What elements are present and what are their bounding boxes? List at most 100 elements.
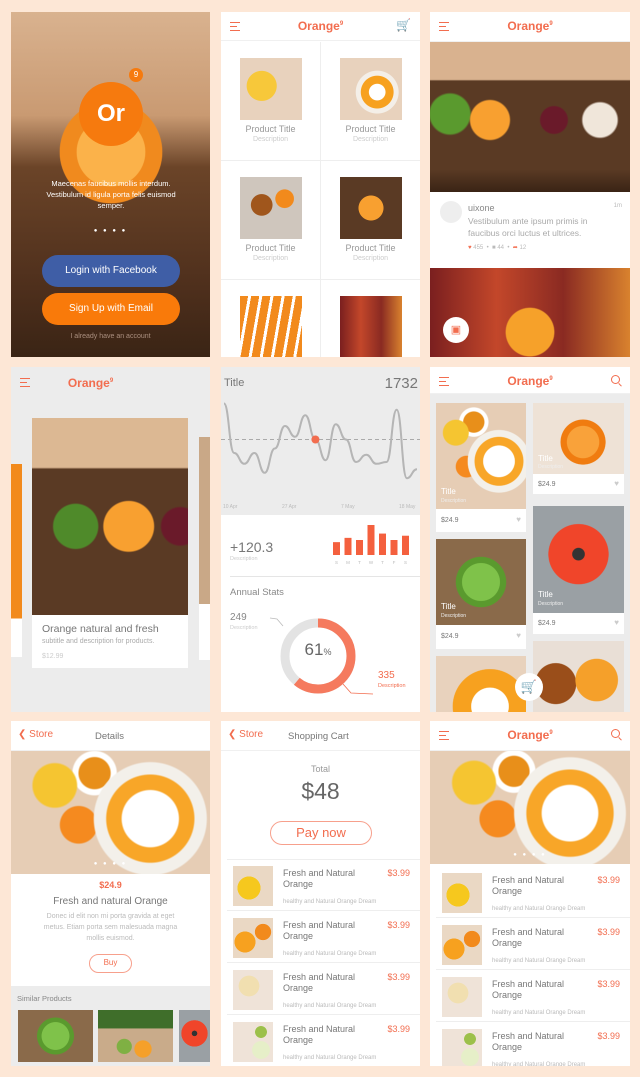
prev-card[interactable] xyxy=(11,464,22,657)
signup-email-button[interactable]: Sign Up with Email xyxy=(42,293,180,325)
list-item[interactable]: Fresh and Natural Orange healthy and Natu… xyxy=(436,867,630,918)
item-name: Fresh and Natural Orange xyxy=(492,875,565,896)
tagline: Maecenas faucibus mollis interdum. Vesti… xyxy=(46,179,176,210)
x-tick: 18 May xyxy=(399,504,416,510)
card-price: $12.99 xyxy=(42,653,64,660)
product-image xyxy=(340,58,402,120)
heart-icon[interactable]: ♥ xyxy=(516,631,521,640)
screen-title: Details xyxy=(95,731,125,742)
comment-icon[interactable]: ■ xyxy=(492,245,496,251)
line-series xyxy=(223,402,418,480)
product-tile[interactable]: Product Title Description xyxy=(321,42,420,160)
grid-divider xyxy=(221,279,420,280)
list-item[interactable]: Fresh and Natural Orange healthy and Natu… xyxy=(436,919,630,970)
item-thumbnail xyxy=(233,1022,273,1062)
item-name: Fresh and Natural Orange xyxy=(283,868,356,889)
product-image[interactable] xyxy=(533,641,624,712)
cart-icon[interactable]: 🛒 xyxy=(396,18,411,32)
product-image[interactable] xyxy=(11,751,210,874)
item-price: $24.9 xyxy=(538,620,556,627)
page-dots[interactable]: ● ● ● ● xyxy=(11,228,210,234)
feed-photo[interactable] xyxy=(430,42,630,192)
item-name: Fresh and Natural Orange xyxy=(492,979,565,1000)
masonry-item[interactable]: Title Description $24.9 ♥ xyxy=(436,539,526,649)
product-image xyxy=(340,177,402,239)
heart-icon[interactable]: ♥ xyxy=(468,245,472,251)
bar-day-label: T xyxy=(381,560,384,565)
page-dots[interactable]: ● ● ● ● xyxy=(430,852,630,858)
item-price: $3.99 xyxy=(597,979,620,989)
store-list-screen: Orange9 ● ● ● ● Fresh and Natural Orange… xyxy=(430,721,630,1066)
back-button[interactable]: ❮ Store xyxy=(18,729,53,740)
product-title: Product Title xyxy=(245,243,296,253)
cart-button[interactable]: 🛒 xyxy=(515,673,543,701)
next-card[interactable] xyxy=(199,437,210,660)
cart-item[interactable]: Fresh and Natural Orange healthy and Natu… xyxy=(227,1016,420,1066)
product-title: Product Title xyxy=(245,124,296,134)
product-tile[interactable]: Product Title Description xyxy=(221,42,320,160)
masonry-item[interactable]: Title Description $24.9 ♥ xyxy=(436,403,526,532)
line-chart-area: Title 1732 10 Apr 27 Apr 7 May 18 May xyxy=(221,367,420,515)
camera-button[interactable]: ▣ xyxy=(443,317,469,343)
login-screen: Or 9 Maecenas faucibus mollis interdum. … xyxy=(11,12,210,357)
search-icon[interactable] xyxy=(611,729,620,738)
bar xyxy=(379,533,386,555)
post-username[interactable]: uixone xyxy=(468,203,495,213)
feed-photo[interactable] xyxy=(430,268,630,357)
product-tile[interactable]: Product Title Description xyxy=(221,161,320,279)
share-icon[interactable]: ➦ xyxy=(513,245,518,251)
similar-product[interactable] xyxy=(18,1010,93,1062)
product-tile[interactable]: Product Title Description xyxy=(321,161,420,279)
buy-button[interactable]: Buy xyxy=(89,954,132,973)
masonry-item[interactable]: Title Description $24.9 ♥ xyxy=(533,506,624,634)
change-value: +120.3 xyxy=(230,539,274,555)
item-description: Description xyxy=(538,601,564,607)
page-dots[interactable]: ● ● ● ● xyxy=(11,861,210,867)
cart-item[interactable]: Fresh and Natural Orange healthy and Natu… xyxy=(227,912,420,963)
pay-now-button[interactable]: Pay now xyxy=(270,821,372,845)
product-description: Description xyxy=(252,136,288,143)
product-image xyxy=(32,418,188,615)
item-thumbnail xyxy=(233,970,273,1010)
item-thumbnail xyxy=(442,977,482,1017)
hero-image[interactable] xyxy=(430,751,630,864)
item-price: $24.9 xyxy=(441,633,459,640)
bar xyxy=(402,535,409,555)
comment-count: 44 xyxy=(497,245,505,251)
item-title: Title xyxy=(538,590,553,599)
details-screen: ❮ Store Details ● ● ● ● $24.9 Fresh and … xyxy=(11,721,210,1066)
product-description: Description xyxy=(352,136,388,143)
heart-icon[interactable]: ♥ xyxy=(614,479,619,488)
header: ❮ Store Details xyxy=(11,721,210,751)
product-image[interactable] xyxy=(436,656,526,712)
cart-item[interactable]: Fresh and Natural Orange healthy and Natu… xyxy=(227,860,420,911)
item-name: Fresh and Natural Orange xyxy=(283,1024,356,1045)
masonry-item[interactable]: Title Description $24.9 ♥ xyxy=(533,403,624,494)
bar-chart: SMTWTFS xyxy=(333,525,409,565)
list-item[interactable]: Fresh and Natural Orange healthy and Natu… xyxy=(436,1023,630,1066)
cart-item[interactable]: Fresh and Natural Orange healthy and Natu… xyxy=(227,964,420,1015)
product-image[interactable] xyxy=(240,296,302,357)
bar-day-label: T xyxy=(358,560,361,565)
screen-title: Shopping Cart xyxy=(288,731,349,742)
search-icon[interactable] xyxy=(611,375,620,384)
item-description: Description xyxy=(538,464,564,470)
item-description: Description xyxy=(441,498,467,504)
heart-icon[interactable]: ♥ xyxy=(614,618,619,627)
back-button[interactable]: ❮ Store xyxy=(228,729,263,740)
item-thumbnail xyxy=(233,866,273,906)
header: ❮ Store Shopping Cart xyxy=(221,721,420,751)
item-description: Description xyxy=(441,613,467,619)
existing-account-link[interactable]: I already have an account xyxy=(11,333,210,340)
item-price: $3.99 xyxy=(387,868,410,878)
heart-icon[interactable]: ♥ xyxy=(516,515,521,524)
item-subtitle: healthy and Natural Orange Dream xyxy=(492,906,586,912)
avatar[interactable] xyxy=(440,201,462,223)
similar-product[interactable] xyxy=(98,1010,173,1062)
product-image[interactable] xyxy=(340,296,402,357)
list-item[interactable]: Fresh and Natural Orange healthy and Natu… xyxy=(436,971,630,1022)
product-card[interactable]: Orange natural and fresh subtitle and de… xyxy=(32,418,188,668)
login-facebook-button[interactable]: Login with Facebook xyxy=(42,255,180,287)
similar-product[interactable] xyxy=(179,1010,210,1062)
item-subtitle: healthy and Natural Orange Dream xyxy=(492,958,586,964)
